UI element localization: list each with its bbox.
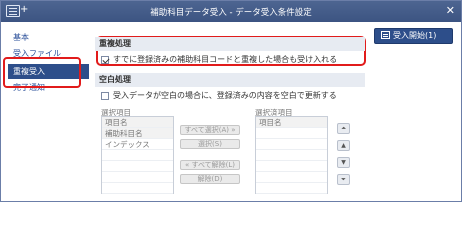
duplicate-accept-option[interactable]: すでに登録済みの補助科目コードと重複した場合も受け入れる	[101, 54, 337, 65]
settings-panel: 重複処理 すでに登録済みの補助科目コードと重複した場合も受け入れる 空白処理 受…	[95, 28, 366, 196]
start-import-label: 受入開始(1)	[393, 31, 437, 40]
list-item[interactable]: 項目名	[102, 117, 173, 128]
blank-update-label: 受入データが空白の場合に、登録済みの内容を空白で更新する	[113, 91, 337, 100]
list-item[interactable]	[102, 172, 173, 183]
sidebar-nav: 基本 受入ファイル 重複受入 完了通知	[8, 28, 89, 193]
close-icon[interactable]: ✕	[446, 4, 455, 17]
deselect-button[interactable]: 解除(D)	[180, 174, 240, 184]
window-title: 補助科目データ受入 - データ受入条件設定	[150, 8, 312, 18]
list-item[interactable]	[256, 150, 327, 161]
duplicate-accept-label: すでに登録済みの補助科目コードと重複した場合も受け入れる	[113, 55, 338, 64]
list-item[interactable]: 項目名	[256, 117, 327, 128]
select-all-button[interactable]: すべて選択(A) »	[180, 125, 240, 135]
dialog-window: + 補助科目データ受入 - データ受入条件設定 ✕ 基本 受入ファイル 重複受入…	[0, 0, 462, 202]
list-item[interactable]	[256, 161, 327, 172]
deselect-all-button[interactable]: « すべて解除(L)	[180, 160, 240, 170]
move-down-icon[interactable]: ▼	[337, 157, 350, 168]
duplicate-section-header: 重複処理	[95, 37, 365, 51]
title-bar: + 補助科目データ受入 - データ受入条件設定 ✕	[1, 1, 461, 22]
import-icon	[381, 31, 390, 39]
select-button[interactable]: 選択(S)	[180, 139, 240, 149]
move-up-icon[interactable]: ▲	[337, 140, 350, 151]
move-top-icon[interactable]: ⏶	[337, 123, 350, 134]
start-import-button[interactable]: 受入開始(1)	[374, 28, 453, 44]
blank-update-option[interactable]: 受入データが空白の場合に、登録済みの内容を空白で更新する	[101, 90, 337, 101]
list-item[interactable]	[102, 183, 173, 194]
list-item[interactable]: インデックス	[102, 139, 173, 150]
list-item[interactable]	[256, 128, 327, 139]
list-item[interactable]: 補助科目名	[102, 128, 173, 139]
list-item[interactable]	[256, 139, 327, 150]
list-item[interactable]	[102, 150, 173, 161]
selected-items-list[interactable]: 項目名	[255, 116, 328, 194]
highlight-frame	[3, 57, 81, 88]
sidebar-item-basic[interactable]: 基本	[8, 30, 89, 45]
list-item[interactable]	[256, 172, 327, 183]
blank-update-checkbox[interactable]	[101, 91, 109, 100]
duplicate-accept-checkbox[interactable]	[101, 55, 109, 64]
list-item[interactable]	[102, 161, 173, 172]
blank-section-header: 空白処理	[95, 73, 365, 87]
available-items-list[interactable]: 項目名 補助科目名 インデックス	[101, 116, 174, 194]
move-bottom-icon[interactable]: ⏷	[337, 174, 350, 185]
list-item[interactable]	[256, 183, 327, 194]
